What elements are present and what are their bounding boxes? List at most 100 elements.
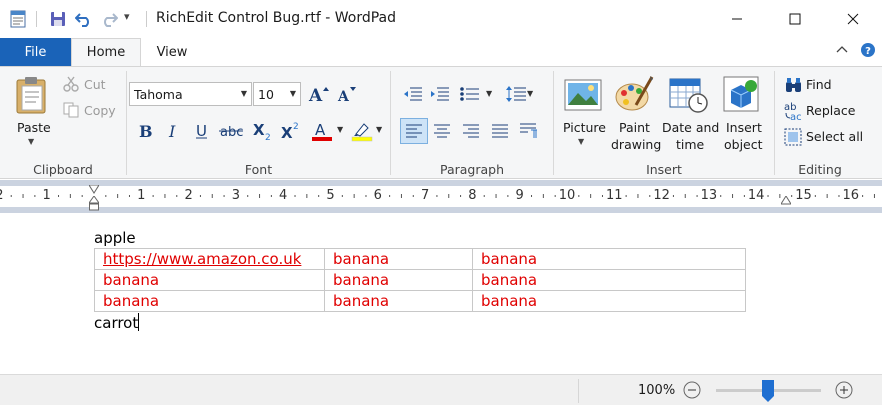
cut-label[interactable]: Cut [84,77,106,92]
replace-icon[interactable]: ab ac [784,101,804,124]
ribbon: Paste ▼ Cut Copy Clipboard Tahoma ▼ 10 ▼… [0,66,882,179]
right-indent-marker[interactable] [780,194,792,208]
wordpad-window: ▾ RichEdit Control Bug.rtf - WordPad Fil… [0,0,882,405]
date-time-label-1[interactable]: Date and [662,120,719,135]
customize-qa-dropdown-icon[interactable]: ▾ [124,10,130,23]
cut-icon[interactable] [63,76,79,95]
document-table[interactable]: https://www.amazon.co.uk banana banana bana… [94,248,746,312]
increase-indent-icon[interactable] [427,82,453,106]
group-divider [390,71,391,175]
table-cell[interactable]: https://www.amazon.co.uk [94,248,325,270]
table-cell[interactable]: banana [94,269,325,291]
cell-text: banana [103,292,160,310]
zoom-in-button[interactable] [834,380,854,403]
find-icon[interactable] [784,76,804,97]
line-spacing-dropdown-icon[interactable]: ▼ [527,89,533,98]
group-divider [126,71,127,175]
font-color-dropdown-icon[interactable]: ▼ [337,125,343,134]
first-line-indent-marker[interactable] [88,183,100,197]
bullets-dropdown-icon[interactable]: ▼ [486,89,492,98]
picture-dropdown-icon[interactable]: ▼ [578,137,584,146]
paste-dropdown-icon[interactable]: ▼ [28,137,34,146]
align-center-icon[interactable] [429,119,455,143]
table-cell[interactable]: banana [472,290,746,312]
bullets-icon[interactable] [457,82,483,106]
ruler[interactable]: 2112345678910111213141516 [0,180,882,213]
maximize-button[interactable] [766,0,824,38]
tab-home[interactable]: Home [71,38,141,66]
collapse-ribbon-icon[interactable] [836,44,848,59]
window-title: RichEdit Control Bug.rtf - WordPad [156,10,397,26]
highlight-dropdown-icon[interactable]: ▼ [376,125,382,134]
save-icon[interactable] [48,9,68,29]
italic-icon[interactable]: I [160,119,186,143]
paint-drawing-label-2[interactable]: drawing [611,137,661,152]
line-spacing-icon[interactable] [503,82,529,106]
undo-icon[interactable] [74,9,94,29]
paint-palette-icon[interactable] [614,75,654,116]
ruler-number: 7 [420,188,430,203]
table-cell[interactable]: banana [324,269,473,291]
minimize-button[interactable] [708,0,766,38]
decrease-indent-icon[interactable] [400,82,426,106]
picture-label[interactable]: Picture [563,120,606,135]
zoom-out-button[interactable] [682,380,702,403]
paragraph-settings-icon[interactable] [516,119,542,143]
font-size-select[interactable]: 10 ▼ [253,82,301,106]
bold-icon[interactable]: B [132,119,158,143]
subscript-icon[interactable]: X2 [250,119,276,143]
find-label[interactable]: Find [806,77,832,92]
shrink-font-icon[interactable]: A [334,82,360,106]
clipboard-group-label: Clipboard [33,162,93,177]
align-right-icon[interactable] [458,119,484,143]
date-time-label-2[interactable]: time [676,137,704,152]
highlight-color-icon[interactable] [349,119,375,143]
align-left-icon[interactable] [400,118,428,144]
title-separator-2 [146,11,147,27]
select-all-label[interactable]: Select all [806,129,863,144]
superscript-icon[interactable]: X2 [278,119,304,143]
font-family-select[interactable]: Tahoma ▼ [129,82,252,106]
insert-object-label-2[interactable]: object [724,137,763,152]
close-button[interactable] [824,0,882,38]
picture-icon[interactable] [564,79,602,114]
font-family-dropdown-icon: ▼ [240,89,247,98]
insert-object-label-1[interactable]: Insert [726,120,762,135]
paste-icon[interactable] [14,75,50,118]
copy-label[interactable]: Copy [84,103,116,118]
replace-label[interactable]: Replace [806,103,855,118]
ruler-number: 15 [795,188,812,203]
font-color-icon[interactable]: A [309,119,335,143]
date-time-icon[interactable] [669,76,709,117]
help-icon[interactable]: ? [860,42,876,61]
justify-icon[interactable] [487,119,513,143]
table-cell[interactable]: banana [472,248,746,270]
editing-group-label: Editing [798,162,842,177]
copy-icon[interactable] [63,102,79,121]
tab-view[interactable]: View [143,38,201,66]
strikethrough-icon[interactable]: abc [218,119,244,143]
insert-object-icon[interactable] [723,76,761,117]
zoom-slider-thumb[interactable] [761,379,775,405]
grow-font-icon[interactable]: A [306,82,332,106]
underline-icon[interactable]: U [189,119,215,143]
table-cell[interactable]: banana [324,248,473,270]
wordpad-app-icon[interactable] [8,9,28,29]
tab-file[interactable]: File [0,38,71,66]
paint-drawing-label-1[interactable]: Paint [619,120,650,135]
document-area[interactable]: apple https://www.amazon.co.uk banana bana… [0,213,882,374]
paste-label[interactable]: Paste [17,120,51,135]
table-cell[interactable]: banana [472,269,746,291]
hyperlink[interactable]: https://www.amazon.co.uk [103,250,301,268]
paragraph-carrot[interactable]: carrot [94,313,140,332]
ruler-number: 3 [231,188,241,203]
group-divider [553,71,554,175]
ruler-number: 1 [137,188,146,203]
redo-icon[interactable] [99,9,119,29]
table-cell[interactable]: banana [324,290,473,312]
select-all-icon[interactable] [784,128,802,149]
hanging-indent-marker[interactable] [88,195,100,214]
paragraph-apple[interactable]: apple [94,229,136,247]
table-cell[interactable]: banana [94,290,325,312]
ruler-number: 13 [700,188,718,203]
